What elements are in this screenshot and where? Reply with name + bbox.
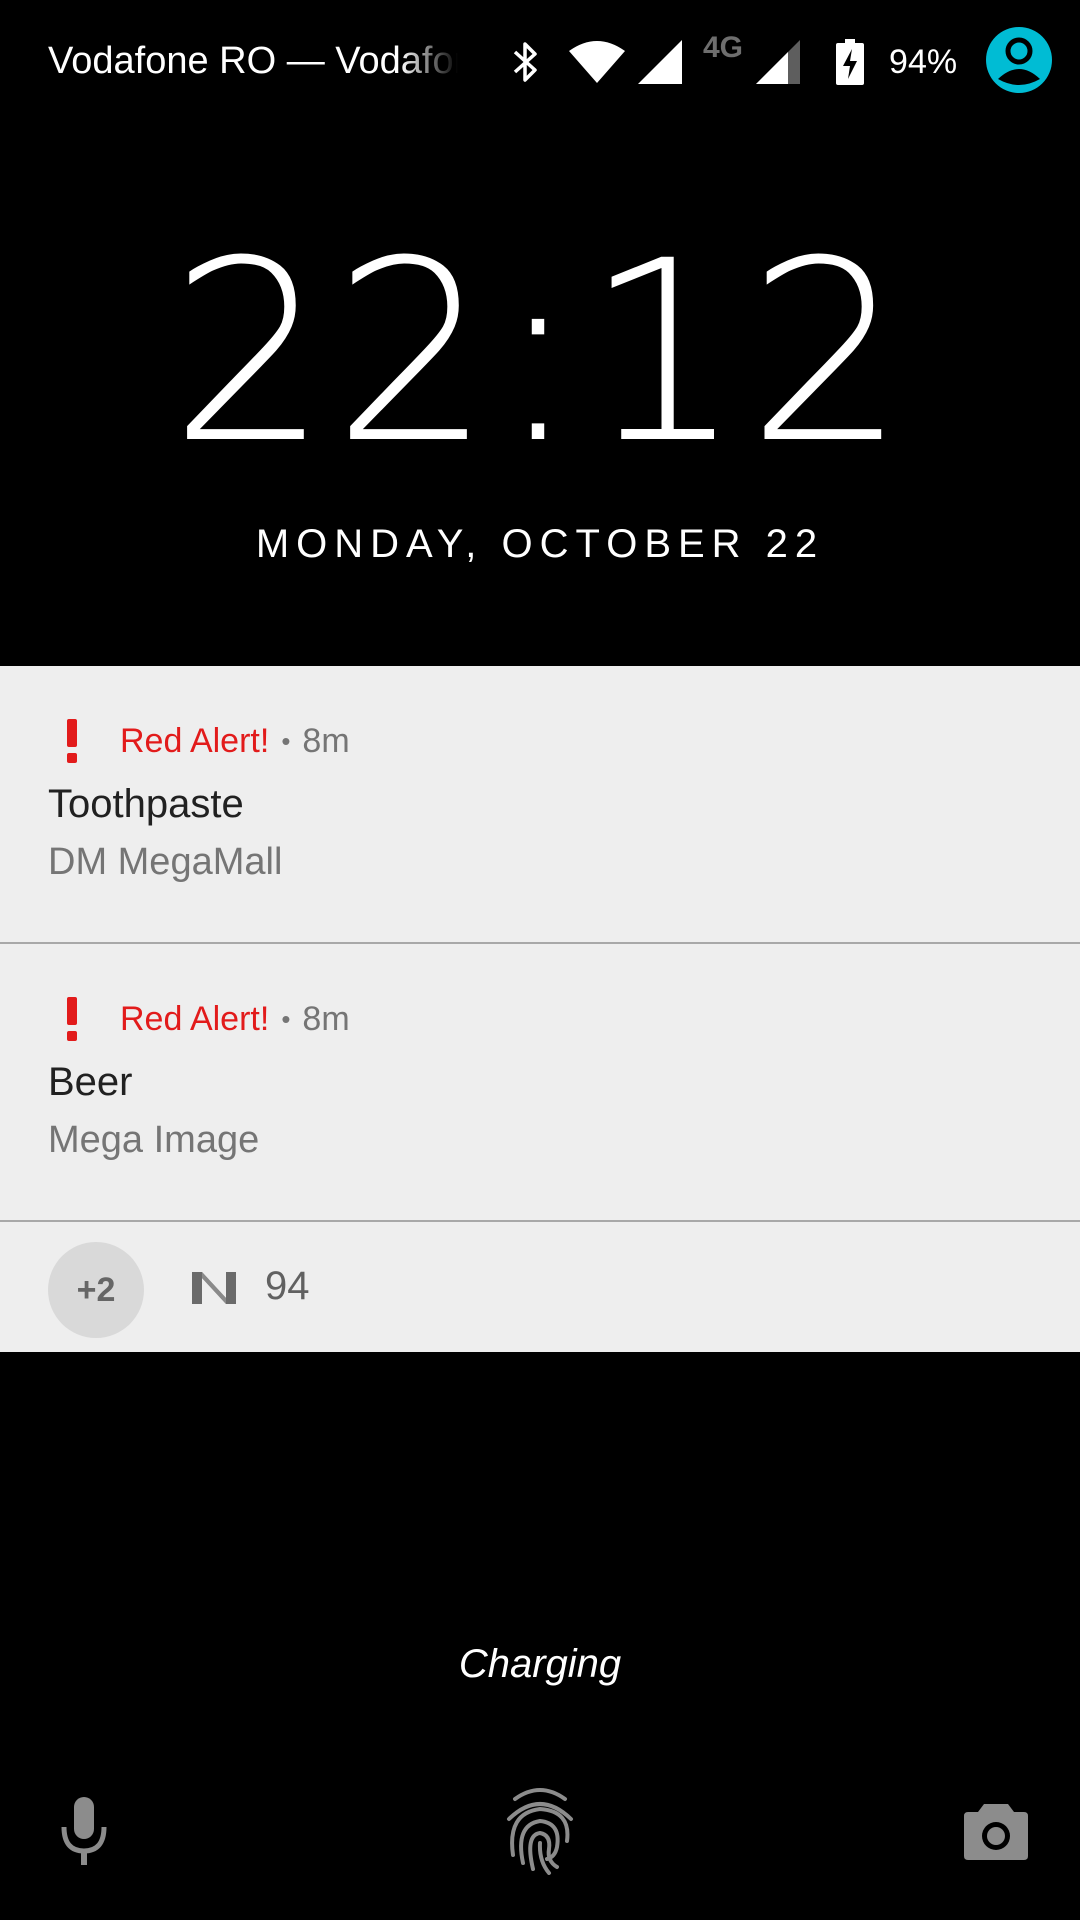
fingerprint-icon[interactable] [503,1785,577,1880]
status-bar: Vodafone RO — Vodafone RO 4G [0,0,1080,120]
separator-dot: • [281,725,291,756]
signal-full-icon [637,38,683,86]
microphone-icon[interactable] [58,1797,110,1872]
exclamation-icon [48,997,96,1041]
exclamation-icon [48,719,96,763]
lockscreen-date: MONDAY, OCTOBER 22 [255,522,825,566]
battery-charging-icon [833,38,867,86]
notification-text: Mega Image [48,1119,260,1161]
notification-card[interactable]: Red Alert! • 8m Toothpaste DM MegaMall [0,666,1080,944]
notification-overflow-shelf[interactable]: +2 94 [0,1222,1080,1352]
notification-card[interactable]: Red Alert! • 8m Beer Mega Image [0,944,1080,1222]
notification-header: Red Alert! • 8m [48,994,350,1044]
user-avatar-icon[interactable] [986,27,1052,93]
network-type-label: 4G [703,31,744,64]
notification-app-name: Red Alert! [120,999,270,1038]
camera-icon[interactable] [964,1804,1028,1865]
notification-app-name: Red Alert! [120,721,270,760]
charging-indicator: Charging [458,1642,622,1686]
separator-dot: • [281,1003,291,1034]
n-app-icon [192,1268,236,1311]
notification-title: Beer [48,1060,133,1104]
wifi-icon [567,38,627,86]
signal-partial-icon [755,38,801,86]
status-icons: 4G 94% [505,30,957,94]
notification-time: 8m [302,999,350,1038]
lockscreen-clock: 22:12 [169,207,911,498]
battery-percent: 94% [889,42,958,81]
carrier-label: Vodafone RO — Vodafone RO [48,40,458,82]
notification-text: DM MegaMall [48,841,283,883]
overflow-notification-value: 94 [265,1264,310,1308]
notification-header: Red Alert! • 8m [48,716,350,766]
notification-title: Toothpaste [48,782,244,826]
more-notifications-count[interactable]: +2 [48,1242,144,1338]
notification-list: Red Alert! • 8m Toothpaste DM MegaMall R… [0,666,1080,1352]
bluetooth-icon [505,38,545,86]
notification-time: 8m [302,721,350,760]
